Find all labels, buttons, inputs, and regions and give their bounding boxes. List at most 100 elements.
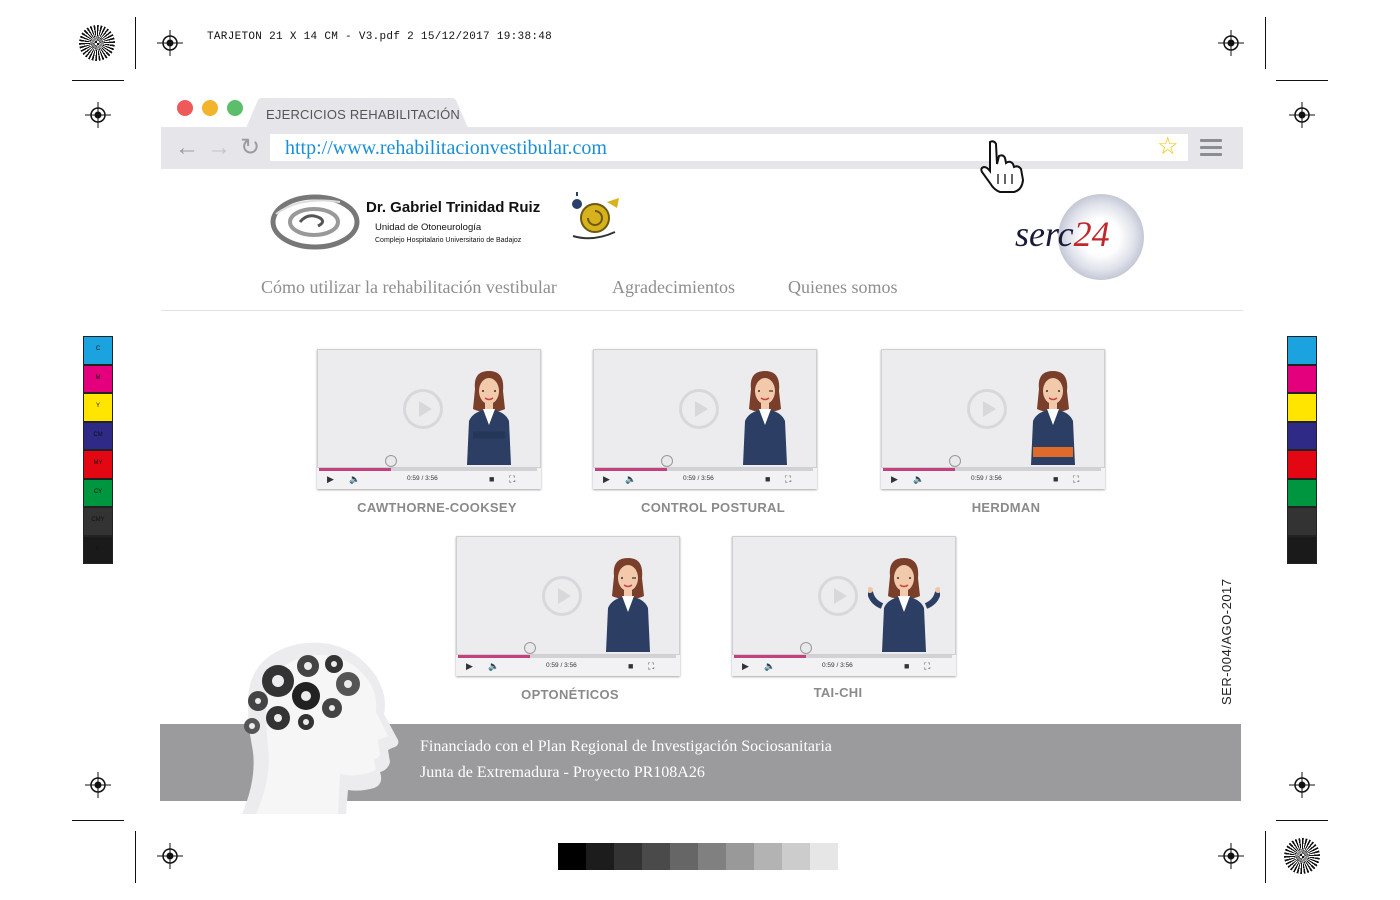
volume-icon[interactable]: 🔈 xyxy=(349,474,360,484)
volume-icon[interactable]: 🔈 xyxy=(913,474,924,484)
reload-icon[interactable]: ↻ xyxy=(240,136,260,160)
comments-icon[interactable]: ■ xyxy=(765,474,770,484)
registration-mark-icon xyxy=(85,772,111,798)
video-controls: ▶ 🔈 0:59 / 3:56 ■ ⛶ xyxy=(317,469,541,489)
video-scrubber-handle[interactable] xyxy=(385,455,397,467)
video-title[interactable]: OPTONÉTICOS xyxy=(460,687,680,702)
fullscreen-icon[interactable]: ⛶ xyxy=(648,661,654,671)
color-swatch: M xyxy=(83,364,113,393)
video-card[interactable]: ▶ 🔈 0:59 / 3:56 ■ ⛶ xyxy=(593,349,817,489)
registration-mark-icon xyxy=(1218,843,1244,869)
play-icon[interactable]: ▶ xyxy=(603,474,610,484)
registration-mark-icon xyxy=(1289,772,1315,798)
registration-mark-icon xyxy=(1289,102,1315,128)
video-title[interactable]: HERDMAN xyxy=(896,500,1116,515)
serc-number: 24 xyxy=(1073,214,1110,254)
comments-icon[interactable]: ■ xyxy=(628,661,633,671)
gray-swatch xyxy=(754,843,782,870)
color-swatch: C xyxy=(83,336,113,365)
color-bar-right xyxy=(1287,336,1317,564)
color-swatch xyxy=(1287,393,1317,422)
gray-swatch xyxy=(698,843,726,870)
play-overlay-icon[interactable] xyxy=(967,389,1007,429)
volume-icon[interactable]: 🔈 xyxy=(764,661,775,671)
crop-mark xyxy=(1265,831,1266,883)
color-swatch: MY xyxy=(83,450,113,479)
play-icon[interactable]: ▶ xyxy=(742,661,749,671)
fullscreen-icon[interactable]: ⛶ xyxy=(785,474,791,484)
video-time: 0:59 / 3:56 xyxy=(822,662,853,669)
presenter-illustration xyxy=(729,369,801,465)
video-time: 0:59 / 3:56 xyxy=(971,475,1002,482)
play-overlay-icon[interactable] xyxy=(818,576,858,616)
play-icon[interactable]: ▶ xyxy=(466,661,473,671)
video-time: 0:59 / 3:56 xyxy=(407,475,438,482)
nav-link-agradecimientos[interactable]: Agradecimientos xyxy=(612,277,735,298)
color-swatch-label: C xyxy=(95,346,101,352)
color-swatch-label: Y xyxy=(95,403,100,409)
video-card[interactable]: ▶ 🔈 0:59 / 3:56 ■ ⛶ xyxy=(317,349,541,489)
video-title[interactable]: CAWTHORNE-COOKSEY xyxy=(327,500,547,515)
gray-swatch xyxy=(558,843,586,870)
url-text[interactable]: http://www.rehabilitacionvestibular.com xyxy=(285,137,607,160)
color-swatch xyxy=(1287,450,1317,479)
head-gears-icon xyxy=(242,642,399,814)
video-controls: ▶ 🔈 0:59 / 3:56 ■ ⛶ xyxy=(881,469,1105,489)
color-swatch xyxy=(1287,535,1317,564)
video-scrubber-handle[interactable] xyxy=(800,642,812,654)
crop-mark xyxy=(135,17,136,69)
video-title[interactable]: TAI-CHI xyxy=(728,685,948,700)
comments-icon[interactable]: ■ xyxy=(489,474,494,484)
video-scrubber-handle[interactable] xyxy=(949,455,961,467)
gray-swatch xyxy=(586,843,614,870)
color-swatch: CM xyxy=(83,421,113,450)
color-swatch xyxy=(1287,421,1317,450)
crop-mark xyxy=(1276,80,1328,81)
comments-icon[interactable]: ■ xyxy=(1053,474,1058,484)
presenter-illustration xyxy=(453,369,525,465)
video-title[interactable]: CONTROL POSTURAL xyxy=(603,500,823,515)
video-card[interactable]: ▶ 🔈 0:59 / 3:56 ■ ⛶ xyxy=(881,349,1105,489)
play-icon[interactable]: ▶ xyxy=(327,474,334,484)
serc24-logo: serc24 xyxy=(1015,213,1110,255)
back-arrow-icon[interactable]: ← xyxy=(175,136,199,160)
close-window-dot[interactable] xyxy=(177,100,193,116)
video-card[interactable]: ▶ 🔈 0:59 / 3:56 ■ ⛶ xyxy=(732,536,956,676)
volume-icon[interactable]: 🔈 xyxy=(488,661,499,671)
color-swatch xyxy=(1287,478,1317,507)
crop-mark xyxy=(72,80,124,81)
starburst-mark-icon xyxy=(1284,838,1320,874)
video-controls: ▶ 🔈 0:59 / 3:56 ■ ⛶ xyxy=(456,656,680,676)
crop-mark xyxy=(1276,820,1328,821)
play-overlay-icon[interactable] xyxy=(542,576,582,616)
presenter-illustration xyxy=(867,556,941,652)
video-scrubber-handle[interactable] xyxy=(661,455,673,467)
funding-line-1: Financiado con el Plan Regional de Inves… xyxy=(420,738,832,755)
color-swatch-label: CM xyxy=(93,431,103,438)
nav-link-como-utilizar[interactable]: Cómo utilizar la rehabilitación vestibul… xyxy=(261,277,557,298)
doctor-name: Dr. Gabriel Trinidad Ruiz xyxy=(366,199,541,216)
video-card[interactable]: ▶ 🔈 0:59 / 3:56 ■ ⛶ xyxy=(456,536,680,676)
forward-arrow-icon[interactable]: → xyxy=(207,136,231,160)
play-overlay-icon[interactable] xyxy=(403,389,443,429)
nav-link-quienes-somos[interactable]: Quienes somos xyxy=(788,277,898,298)
play-icon[interactable]: ▶ xyxy=(891,474,898,484)
color-swatch-label: K xyxy=(95,545,100,552)
volume-icon[interactable]: 🔈 xyxy=(625,474,636,484)
fullscreen-icon[interactable]: ⛶ xyxy=(924,661,930,671)
gray-swatch xyxy=(642,843,670,870)
play-overlay-icon[interactable] xyxy=(679,389,719,429)
minimize-window-dot[interactable] xyxy=(202,100,218,116)
gray-ramp xyxy=(558,843,838,870)
video-scrubber-handle[interactable] xyxy=(524,642,536,654)
fullscreen-icon[interactable]: ⛶ xyxy=(509,474,515,484)
color-swatch: K xyxy=(83,535,113,564)
maximize-window-dot[interactable] xyxy=(227,100,243,116)
star-icon[interactable]: ☆ xyxy=(1157,135,1179,159)
gray-swatch xyxy=(670,843,698,870)
hand-cursor-icon xyxy=(980,140,1025,193)
menu-icon[interactable] xyxy=(1200,139,1222,160)
registration-mark-icon xyxy=(85,102,111,128)
comments-icon[interactable]: ■ xyxy=(904,661,909,671)
fullscreen-icon[interactable]: ⛶ xyxy=(1073,474,1079,484)
